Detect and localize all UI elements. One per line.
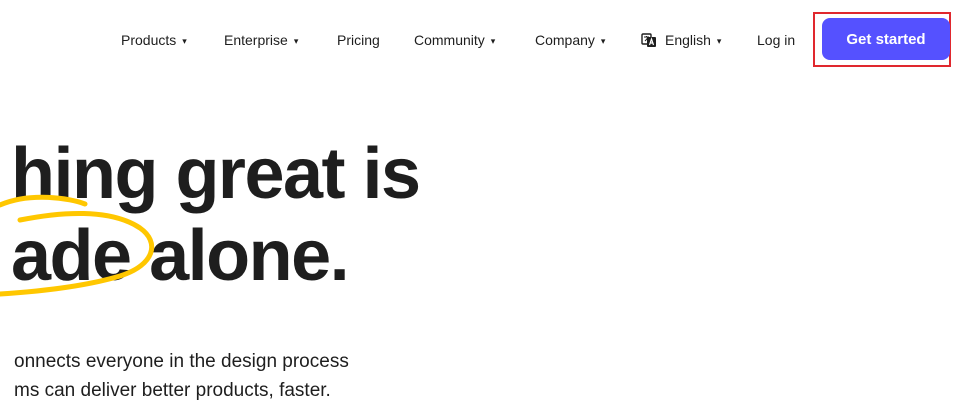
nav-item-label: Enterprise: [224, 32, 288, 48]
chevron-down-icon: ▾: [182, 35, 187, 46]
login-link[interactable]: Log in: [757, 30, 795, 50]
chevron-down-icon: ▾: [490, 35, 496, 46]
scribble-decoration: [0, 194, 155, 297]
chevron-down-icon: ▾: [600, 35, 606, 46]
nav-item-products[interactable]: Products ▾: [121, 30, 187, 50]
chevron-down-icon: ▾: [716, 35, 722, 46]
nav-item-label: Pricing: [337, 32, 380, 48]
nav-item-label: Company: [535, 32, 595, 48]
nav-item-label: Products: [121, 32, 177, 48]
language-selector[interactable]: English ▾: [641, 30, 721, 50]
hero-subtext-line-1: onnects everyone in the design process: [14, 351, 349, 372]
nav-item-enterprise[interactable]: Enterprise ▾: [224, 30, 298, 50]
nav-item-label: Community: [414, 32, 485, 48]
hero-subtext-line-2: ms can deliver better products, faster.: [14, 380, 331, 401]
language-icon: [641, 33, 656, 47]
nav-item-pricing[interactable]: Pricing: [337, 30, 380, 50]
top-navigation: Products ▾ Enterprise ▾ Pricing Communit…: [0, 0, 953, 80]
chevron-down-icon: ▾: [293, 35, 299, 46]
nav-item-community[interactable]: Community ▾: [414, 30, 495, 50]
nav-item-company[interactable]: Company ▾: [535, 30, 605, 50]
login-label: Log in: [757, 32, 796, 48]
language-label: English: [665, 32, 711, 48]
landing-page: Products ▾ Enterprise ▾ Pricing Communit…: [0, 0, 953, 401]
get-started-button[interactable]: Get started: [822, 18, 950, 60]
